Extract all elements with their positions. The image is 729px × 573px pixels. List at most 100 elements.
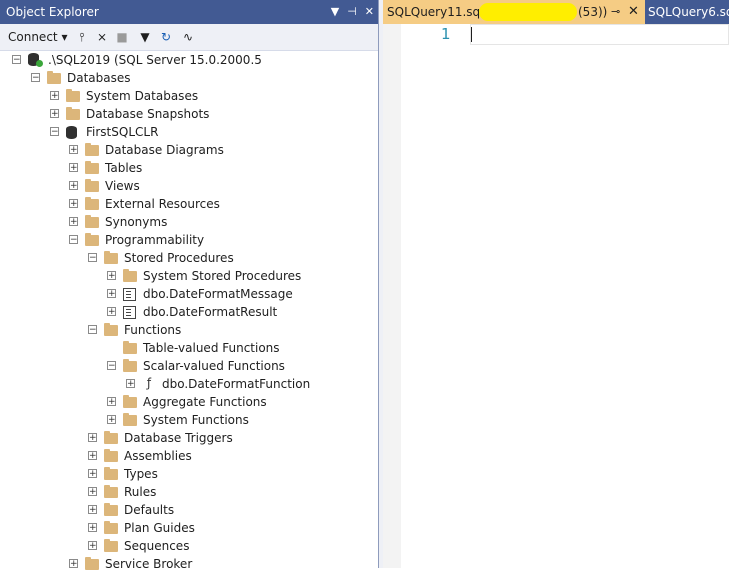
close-tab-icon[interactable]: ✕ xyxy=(628,0,639,24)
tree-node[interactable]: + Synonyms xyxy=(0,213,378,231)
tree-node-label: Rules xyxy=(124,485,157,499)
activity-monitor-icon[interactable]: ∿ xyxy=(180,28,196,46)
expand-icon[interactable]: + xyxy=(69,217,78,227)
disconnect-icon[interactable]: ⨯ xyxy=(94,28,110,46)
object-explorer-toolbar: Connect ▾ ⫯ ⨯ ■ ▼ ↻ ∿ xyxy=(0,24,378,51)
tree-node[interactable]: + Rules xyxy=(0,483,378,501)
tree-node-label: Stored Procedures xyxy=(124,251,234,265)
tree-node[interactable]: − FirstSQLCLR xyxy=(0,123,378,141)
tree-node[interactable]: − Stored Procedures xyxy=(0,249,378,267)
tree-node[interactable]: − Scalar-valued Functions xyxy=(0,357,378,375)
folder-icon xyxy=(123,269,137,282)
chevron-down-icon[interactable]: ▼ xyxy=(331,0,339,24)
expand-icon[interactable]: + xyxy=(50,109,59,119)
tree-node-label: Types xyxy=(124,467,158,481)
connect-icon[interactable]: ⫯ xyxy=(74,28,90,46)
tree-node-label: Assemblies xyxy=(124,449,192,463)
tree-node-label: Sequences xyxy=(124,539,190,553)
expand-icon[interactable]: + xyxy=(69,199,78,209)
collapse-icon[interactable]: − xyxy=(88,325,97,335)
collapse-icon[interactable]: − xyxy=(107,361,116,371)
expand-icon[interactable]: + xyxy=(69,559,78,569)
tree-node[interactable]: + Database Triggers xyxy=(0,429,378,447)
expand-icon[interactable]: + xyxy=(88,523,97,533)
tree-node[interactable]: + Views xyxy=(0,177,378,195)
folder-icon xyxy=(66,107,80,120)
expand-icon[interactable]: + xyxy=(126,379,135,389)
collapse-icon[interactable]: − xyxy=(88,253,97,263)
tree-node[interactable]: − Databases xyxy=(0,69,378,87)
tree-node[interactable]: + System Databases xyxy=(0,87,378,105)
stored-procedure-icon xyxy=(123,288,136,301)
tree-node-label: Programmability xyxy=(105,233,205,247)
tree-node[interactable]: − .\SQL2019 (SQL Server 15.0.2000.5 xyxy=(0,51,378,69)
expand-icon[interactable]: + xyxy=(69,145,78,155)
expand-icon[interactable]: + xyxy=(88,433,97,443)
folder-icon xyxy=(123,413,137,426)
expand-icon[interactable]: + xyxy=(107,271,116,281)
tab-sqlquery11[interactable]: SQLQuery11.sql - (53)) ⊸ ✕ xyxy=(383,0,645,24)
tree-node[interactable]: − Functions xyxy=(0,321,378,339)
stop-icon[interactable]: ■ xyxy=(114,28,130,46)
tree-node-label: Scalar-valued Functions xyxy=(143,359,285,373)
expand-icon[interactable]: + xyxy=(107,415,116,425)
tree-node-label: Synonyms xyxy=(105,215,168,229)
tree-node[interactable]: + System Stored Procedures xyxy=(0,267,378,285)
tree-node[interactable]: + Tables xyxy=(0,159,378,177)
tree-node[interactable]: + dbo.DateFormatMessage xyxy=(0,285,378,303)
tab-sqlquery6[interactable]: SQLQuery6.sql xyxy=(648,0,729,24)
expand-icon[interactable]: + xyxy=(50,91,59,101)
expand-icon[interactable]: + xyxy=(107,289,116,299)
collapse-icon[interactable]: − xyxy=(69,235,78,245)
tree-node[interactable]: − Programmability xyxy=(0,231,378,249)
tree-node[interactable]: + External Resources xyxy=(0,195,378,213)
tree-node[interactable]: + Plan Guides xyxy=(0,519,378,537)
tree-node-label: System Functions xyxy=(143,413,249,427)
tree-node[interactable]: + Database Snapshots xyxy=(0,105,378,123)
expand-icon[interactable]: + xyxy=(88,541,97,551)
tree-node[interactable]: + ƒ dbo.DateFormatFunction xyxy=(0,375,378,393)
tab-sqlquery11-suffix: (53)) xyxy=(578,5,608,19)
tree-node[interactable]: + Database Diagrams xyxy=(0,141,378,159)
folder-icon xyxy=(104,539,118,552)
tree-node-label: Table-valued Functions xyxy=(143,341,280,355)
tree-node[interactable]: + Aggregate Functions xyxy=(0,393,378,411)
tree-node[interactable]: + Sequences xyxy=(0,537,378,555)
tree-node[interactable]: + Types xyxy=(0,465,378,483)
tree-node-label: System Databases xyxy=(86,89,199,103)
pin-icon[interactable]: ⊣ xyxy=(347,0,357,24)
tree-node[interactable]: Table-valued Functions xyxy=(0,339,378,357)
expand-icon[interactable]: + xyxy=(69,181,78,191)
expand-icon[interactable]: + xyxy=(88,487,97,497)
collapse-icon[interactable]: − xyxy=(31,73,40,83)
folder-icon xyxy=(104,431,118,444)
pin-icon[interactable]: ⊸ xyxy=(611,0,620,24)
editor-body[interactable]: 1 xyxy=(383,24,729,568)
tree-node[interactable]: + Assemblies xyxy=(0,447,378,465)
object-explorer-header: Object Explorer ▼ ⊣ ✕ xyxy=(0,0,378,24)
tree-node[interactable]: + Service Broker xyxy=(0,555,378,573)
expand-icon[interactable]: + xyxy=(88,469,97,479)
tree-node[interactable]: + Defaults xyxy=(0,501,378,519)
expand-icon[interactable]: + xyxy=(69,163,78,173)
expand-icon[interactable]: + xyxy=(88,451,97,461)
tree-node[interactable]: + System Functions xyxy=(0,411,378,429)
expand-icon[interactable]: + xyxy=(107,397,116,407)
tab-sqlquery11-label: SQLQuery11.sql - xyxy=(387,5,492,19)
collapse-icon[interactable]: − xyxy=(12,55,21,65)
expand-icon[interactable]: + xyxy=(107,307,116,317)
expand-icon[interactable]: + xyxy=(88,505,97,515)
tab-sqlquery6-label: SQLQuery6.sql xyxy=(648,5,729,19)
redaction-mark xyxy=(479,3,577,21)
connect-button[interactable]: Connect ▾ xyxy=(4,28,71,46)
object-explorer-panel: Object Explorer ▼ ⊣ ✕ Connect ▾ ⫯ ⨯ ■ ▼ … xyxy=(0,0,379,571)
folder-icon xyxy=(104,485,118,498)
line-number: 1 xyxy=(441,25,451,43)
tree-node[interactable]: + dbo.DateFormatResult xyxy=(0,303,378,321)
tree-node-label: Aggregate Functions xyxy=(143,395,267,409)
refresh-icon[interactable]: ↻ xyxy=(158,28,174,46)
filter-icon[interactable]: ▼ xyxy=(137,28,153,46)
collapse-icon[interactable]: − xyxy=(50,127,59,137)
close-icon[interactable]: ✕ xyxy=(365,0,374,24)
folder-icon xyxy=(85,557,99,570)
